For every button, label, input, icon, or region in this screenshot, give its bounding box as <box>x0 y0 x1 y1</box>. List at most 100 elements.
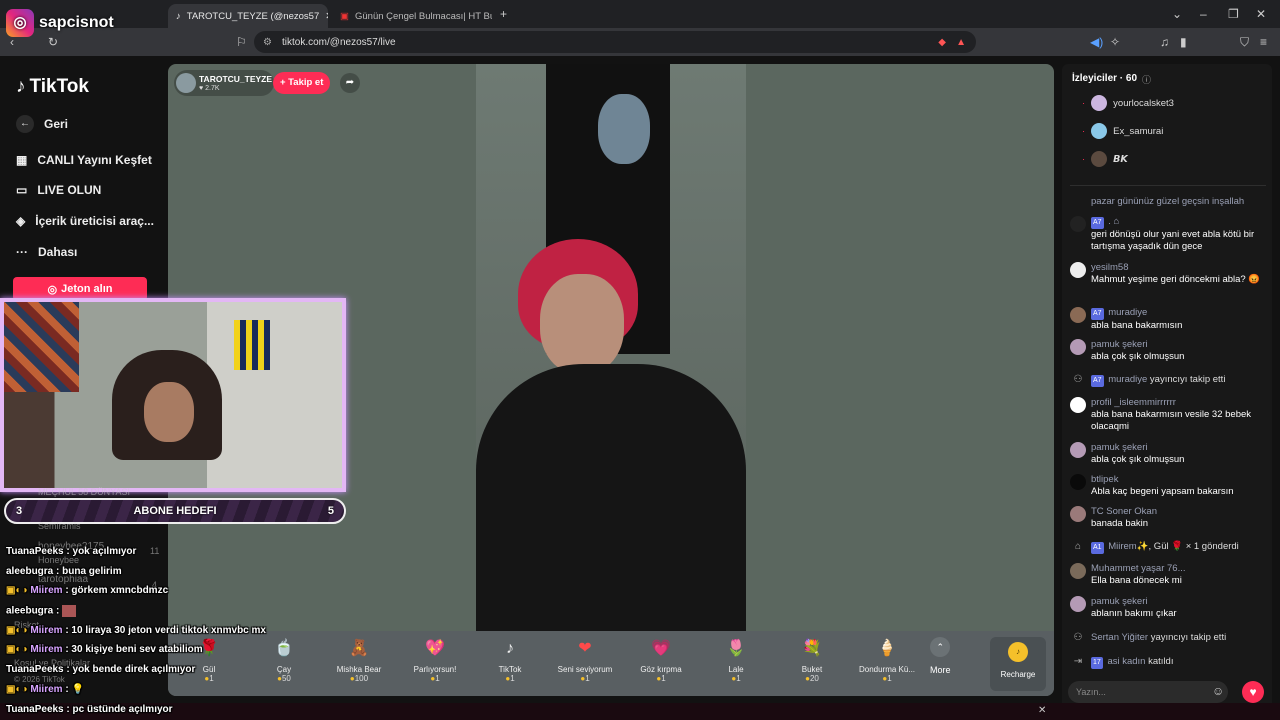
chat-text: : pc üstünde açılmıyor <box>66 704 173 715</box>
gift-item[interactable]: ❤ Seni seviyorum ●1 <box>548 636 622 683</box>
overlay-chat-line: ▣◐◑ Miirem : görkem xmncbdmzc <box>6 585 168 596</box>
minimize-icon[interactable]: – <box>1200 0 1207 28</box>
chevron-up-icon: ⌃ <box>930 637 951 657</box>
nav-back[interactable]: ← Geri <box>16 115 68 133</box>
comment: ⚇ Sertan Yiğiter yayıncıyı takip etti <box>1070 632 1270 644</box>
comment-user[interactable]: pamuk şekeri <box>1091 339 1270 351</box>
avatar <box>1070 596 1086 612</box>
overlay-chat-line: ▣◐◑ Miirem : 💡 <box>6 684 84 695</box>
nav-explore-live[interactable]: ▦ CANLI Yayını Keşfet <box>16 153 152 167</box>
url-field[interactable]: ⚙ tiktok.com/@nezos57/live ◆ ▲ <box>254 31 976 53</box>
comment: pamuk şekeri ablanın bakımı çıkar <box>1070 596 1270 620</box>
tiktok-logo[interactable]: ♪ TikTok <box>16 76 89 98</box>
bookmark-icon[interactable]: ⚐ <box>236 28 247 56</box>
comment-user[interactable]: muradiye <box>1108 307 1147 318</box>
gift-cost: 1 <box>585 674 590 683</box>
gift-item[interactable]: 🍦 Dondurma Kü... ●1 <box>850 636 924 683</box>
close-window-icon[interactable]: ✕ <box>1256 0 1266 28</box>
overlay-chat-line: TuanaPeeks : yok açılmıyor <box>6 546 136 557</box>
emoji-icon[interactable]: ☺ <box>1212 684 1224 698</box>
comment-user[interactable]: profil _isleemmirrrrrr <box>1091 397 1270 409</box>
gift-item[interactable]: 💐 Buket ●20 <box>775 636 849 683</box>
join-event-icon: ⇥ <box>1073 656 1083 667</box>
viewer-row[interactable]: · yourlocalsket3 <box>1082 95 1174 111</box>
avatar <box>1070 397 1086 413</box>
comment-user[interactable]: TC Soner Okan <box>1091 506 1270 518</box>
share-icon[interactable]: ➦ <box>340 73 360 93</box>
viewer-row[interactable]: · Ex_samurai <box>1082 123 1163 139</box>
like-heart-button[interactable]: ♥ <box>1242 681 1264 703</box>
nav-creator-tools[interactable]: ◈ İçerik üreticisi araç... <box>16 214 154 228</box>
maximize-icon[interactable]: ❐ <box>1228 0 1239 28</box>
viewer-name: Ex_samurai <box>1113 125 1164 137</box>
comment-user[interactable]: muradiye <box>1108 374 1147 385</box>
gift-item[interactable]: 🍵 Çay ●50 <box>247 636 321 683</box>
close-icon[interactable]: ✕ <box>1038 705 1046 716</box>
avatar <box>1070 506 1086 522</box>
audio-icon[interactable]: ◀) <box>1090 28 1103 56</box>
extensions-icon[interactable]: ✧ <box>1110 28 1120 56</box>
host-avatar[interactable] <box>176 73 196 93</box>
recharge-label: Recharge <box>1000 670 1036 679</box>
comment-user[interactable]: yesilm58 <box>1091 262 1270 274</box>
gift-item[interactable]: ♪ TikTok ●1 <box>473 636 547 683</box>
gift-cost: 1 <box>510 674 515 683</box>
url-text: tiktok.com/@nezos57/live <box>282 36 396 48</box>
viewer-name: yourlocalsket3 <box>1113 97 1174 109</box>
gift-item[interactable]: 💖 Parlıyorsun! ●1 <box>398 636 472 683</box>
vpn-icon[interactable]: ⛉ <box>1240 28 1249 56</box>
comment-user[interactable]: pamuk şekeri <box>1091 596 1270 608</box>
avatar <box>1091 95 1108 111</box>
recharge-button[interactable]: ♪ Recharge <box>990 637 1046 691</box>
goal-label: ABONE HEDEFI <box>133 505 217 517</box>
close-tab-icon[interactable]: ✕ <box>325 11 328 22</box>
viewers-title: İzleyiciler · 60 <box>1072 73 1138 84</box>
browser-tab-tiktok[interactable]: ♪ TAROTCU_TEYZE (@nezos57 ✕ <box>168 4 328 28</box>
rewards-icon[interactable]: ▲ <box>956 37 966 48</box>
nav-more[interactable]: ··· Dahası <box>16 245 77 259</box>
more-gifts-button[interactable]: ⌃ More <box>930 637 951 675</box>
chat-user: Miirem <box>30 684 63 695</box>
follow-button[interactable]: + Takip et <box>273 72 331 94</box>
chat-text: : 30 kişiye beni sev atabiliom <box>65 644 203 655</box>
viewer-row[interactable]: · 𝘽𝙆 <box>1082 151 1128 167</box>
gift-item[interactable]: 🧸 Mishka Bear ●100 <box>322 636 396 683</box>
comment-user[interactable]: Sertan Yiğiter <box>1091 632 1148 643</box>
sidebar-toggle-icon[interactable]: ▮ <box>1180 28 1187 56</box>
comment-user[interactable]: asi kadın <box>1107 656 1145 667</box>
chat-input[interactable]: Yazın... <box>1068 681 1228 703</box>
gift-item[interactable]: 🌷 Lale ●1 <box>699 636 773 683</box>
menu-icon[interactable]: ≡ <box>1260 28 1267 56</box>
live-chat-panel: İzleyiciler · 60 ⓘ · yourlocalsket3 · Ex_s… <box>1062 64 1272 720</box>
brave-shield-icon[interactable]: ◆ <box>938 37 946 48</box>
rank-dot-icon: · <box>1082 97 1086 109</box>
tab-search-icon[interactable]: ⌄ <box>1172 0 1182 28</box>
music-icon[interactable]: ♫ <box>1160 28 1169 56</box>
gift-item[interactable]: 💗 Göz kırpma ●1 <box>624 636 698 683</box>
host-info[interactable]: TAROTCU_TEYZE ♥ 2.7K <box>174 70 274 96</box>
tiktok-favicon-icon: ♪ <box>176 10 181 22</box>
comment: pamuk şekeri abla çok şık olmuşsun <box>1070 442 1270 466</box>
nav-label: Geri <box>44 117 69 131</box>
comment-text: pazar gününüz güzel geçsin inşallah <box>1091 196 1245 207</box>
chat-user: aleebugra <box>6 566 54 577</box>
gift-cost: 50 <box>281 674 291 683</box>
comment-user[interactable]: Muhammet yaşar 76... <box>1091 563 1270 575</box>
comment-text: , Gül 🌹 × 1 gönderdi <box>1148 541 1239 552</box>
live-video[interactable] <box>476 64 746 631</box>
comment-user[interactable]: Miirem✨ <box>1108 541 1148 552</box>
new-tab-button[interactable]: + <box>500 0 507 28</box>
comment: pamuk şekeri abla çok şık olmuşsun <box>1070 339 1270 363</box>
nav-go-live[interactable]: ▭ LIVE OLUN <box>16 183 101 197</box>
avatar <box>1091 123 1108 139</box>
get-coins-label: Jeton alın <box>61 283 113 295</box>
follow-event-icon: ⚇ <box>1073 632 1083 643</box>
site-info-icon[interactable]: ⚙ <box>263 37 272 48</box>
overlay-chat-line: ▣◐◑ Miirem : 30 kişiye beni sev atabilio… <box>6 644 203 655</box>
nav-label: Dahası <box>38 245 78 259</box>
browser-tab-bulmaca[interactable]: ▣ Günün Çengel Bulmacası| HT Bulmac <box>332 4 492 28</box>
comment-user[interactable]: pamuk şekeri <box>1091 442 1270 454</box>
comment-text: abla çok şık olmuşsun <box>1091 454 1185 465</box>
comment-user[interactable]: btlipek <box>1091 474 1270 486</box>
help-icon[interactable]: ⓘ <box>1142 73 1151 86</box>
